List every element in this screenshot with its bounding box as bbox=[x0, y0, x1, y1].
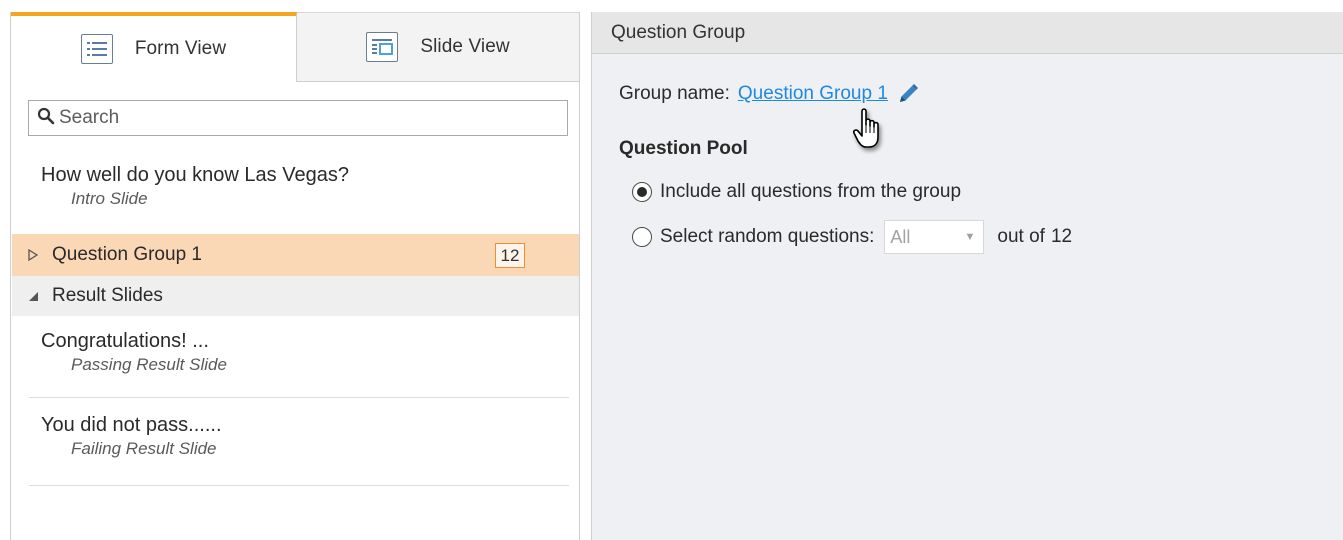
option-include-all-label: Include all questions from the group bbox=[660, 181, 962, 202]
group-name-link[interactable]: Question Group 1 bbox=[738, 83, 888, 105]
panel-title: Question Group bbox=[592, 12, 1343, 54]
failing-subtitle: Failing Result Slide bbox=[71, 439, 217, 458]
view-tabs: Form View Slide View bbox=[11, 12, 579, 82]
search-box[interactable] bbox=[28, 100, 568, 136]
list-item-failing[interactable]: You did not pass...... Failing Result Sl… bbox=[29, 412, 569, 486]
failing-title: You did not pass...... bbox=[41, 414, 222, 436]
pencil-edit-icon[interactable] bbox=[896, 82, 920, 106]
tab-form-view-label: Form View bbox=[134, 38, 227, 59]
tab-form-view[interactable]: Form View bbox=[11, 12, 297, 82]
intro-subtitle: Intro Slide bbox=[71, 189, 148, 208]
list-item-intro[interactable]: How well do you know Las Vegas? Intro Sl… bbox=[29, 162, 569, 224]
search-input[interactable] bbox=[59, 107, 549, 129]
question-group-row[interactable]: Question Group 1 12 bbox=[12, 234, 579, 276]
passing-title: Congratulations! ... bbox=[41, 330, 209, 352]
out-of-total: 12 bbox=[1050, 226, 1073, 247]
divider bbox=[29, 485, 569, 486]
group-name-label: Group name: bbox=[619, 83, 730, 104]
tab-slide-view-label: Slide View bbox=[420, 36, 510, 57]
properties-panel: Question Group Group name: Question Grou… bbox=[591, 12, 1343, 540]
result-slides-section[interactable]: Result Slides bbox=[12, 276, 579, 316]
tab-slide-view[interactable]: Slide View bbox=[297, 12, 579, 82]
option-select-random-label: Select random questions: bbox=[660, 226, 875, 247]
list-item-passing[interactable]: Congratulations! ... Passing Result Slid… bbox=[29, 328, 569, 398]
out-of-label: out of bbox=[997, 226, 1045, 247]
outline-panel: Form View Slide View Search How well do … bbox=[10, 12, 580, 540]
group-name-row: Group name: Question Group 1 bbox=[619, 82, 920, 106]
top-strip bbox=[0, 0, 1343, 12]
slide-layout-icon bbox=[366, 32, 399, 62]
radio-select-random[interactable] bbox=[632, 227, 652, 247]
form-list-icon bbox=[80, 34, 113, 64]
divider bbox=[29, 397, 569, 398]
random-count-select[interactable]: All ▼ bbox=[884, 220, 985, 254]
passing-subtitle: Passing Result Slide bbox=[71, 355, 227, 374]
question-pool-title: Question Pool bbox=[619, 138, 748, 159]
collapse-triangle-icon[interactable] bbox=[20, 291, 46, 302]
chevron-down-icon: ▼ bbox=[964, 231, 976, 243]
result-slides-label: Result Slides bbox=[52, 285, 163, 306]
hand-pointer-cursor-icon bbox=[851, 107, 891, 160]
option-include-all[interactable]: Include all questions from the group bbox=[632, 181, 961, 203]
radio-include-all[interactable] bbox=[632, 182, 652, 202]
option-select-random[interactable]: Select random questions: All ▼ out of 12 bbox=[632, 220, 1072, 254]
search-icon bbox=[37, 107, 55, 130]
radio-selected-dot bbox=[637, 187, 647, 197]
intro-title: How well do you know Las Vegas? bbox=[41, 164, 349, 186]
expand-triangle-icon[interactable] bbox=[20, 249, 46, 261]
random-count-value: All bbox=[890, 226, 911, 247]
question-group-label: Question Group 1 bbox=[52, 244, 202, 265]
question-count-badge: 12 bbox=[495, 243, 525, 268]
